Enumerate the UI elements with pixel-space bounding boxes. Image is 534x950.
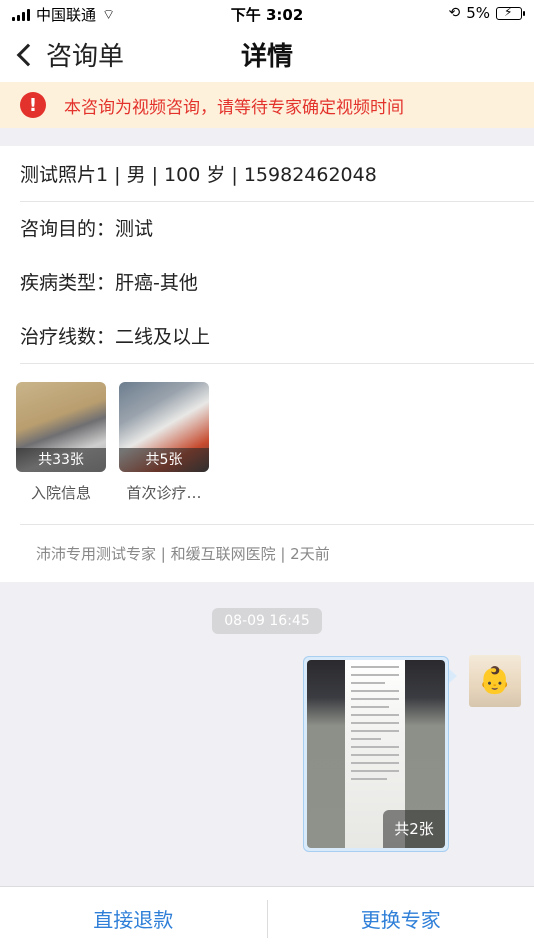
bottom-action-bar: 直接退款 更换专家 (0, 886, 534, 950)
battery-percent: 5% (466, 4, 490, 22)
purpose-row: 咨询目的：测试 (20, 202, 534, 256)
disease-value: 肝癌-其他 (115, 272, 198, 294)
avatar[interactable]: 👶 (469, 655, 521, 707)
attachment-first-treatment[interactable]: 共5张 首次诊疗… (119, 382, 209, 503)
refund-button[interactable]: 直接退款 (0, 904, 267, 933)
chat-image[interactable]: 共2张 (307, 660, 445, 848)
attachment-count: 共5张 (119, 448, 209, 472)
purpose-value: 测试 (115, 218, 154, 240)
consultation-card: 测试照片1 | 男 | 100 岁 | 15982462048 咨询目的：测试 … (0, 146, 534, 582)
therapy-label: 治疗线数： (20, 326, 116, 348)
disease-label: 疾病类型： (20, 272, 116, 294)
notice-banner: ! 本咨询为视频咨询，请等待专家确定视频时间 (0, 82, 534, 128)
chat-timestamp: 08-09 16:45 (212, 608, 322, 634)
status-bar: 中国联通 ⌔ 下午 3:02 ⟲ 5% ⚡ (0, 0, 534, 28)
attachment-admission[interactable]: 共33张 入院信息 (16, 382, 106, 503)
page-title: 详情 (240, 42, 293, 72)
chat-image-count: 共2张 (383, 810, 445, 848)
expert-info: 沛沛专用测试专家 | 和缓互联网医院 | 2天前 (20, 524, 534, 582)
attachment-thumbnail[interactable]: 共33张 (16, 382, 106, 472)
rotation-lock-icon: ⟲ (448, 5, 461, 21)
attachment-label: 首次诊疗… (126, 484, 202, 502)
attachment-count: 共33张 (16, 448, 106, 472)
disease-row: 疾病类型：肝癌-其他 (20, 256, 534, 310)
therapy-value: 二线及以上 (115, 326, 211, 348)
purpose-label: 咨询目的： (20, 218, 116, 240)
therapy-row: 治疗线数：二线及以上 (20, 310, 534, 364)
change-expert-button[interactable]: 更换专家 (268, 904, 534, 933)
alert-icon: ! (20, 92, 46, 118)
chat-image-bubble[interactable]: 共2张 (303, 656, 457, 852)
attachment-list: 共33张 入院信息 共5张 首次诊疗… (16, 382, 209, 503)
battery-icon: ⚡ (496, 5, 525, 20)
nav-bar: 咨询单 详情 (0, 28, 534, 82)
attachment-thumbnail[interactable]: 共5张 (119, 382, 209, 472)
attachment-label: 入院信息 (30, 484, 91, 502)
patient-summary: 测试照片1 | 男 | 100 岁 | 15982462048 (20, 146, 534, 202)
notice-text: 本咨询为视频咨询，请等待专家确定视频时间 (64, 97, 404, 118)
